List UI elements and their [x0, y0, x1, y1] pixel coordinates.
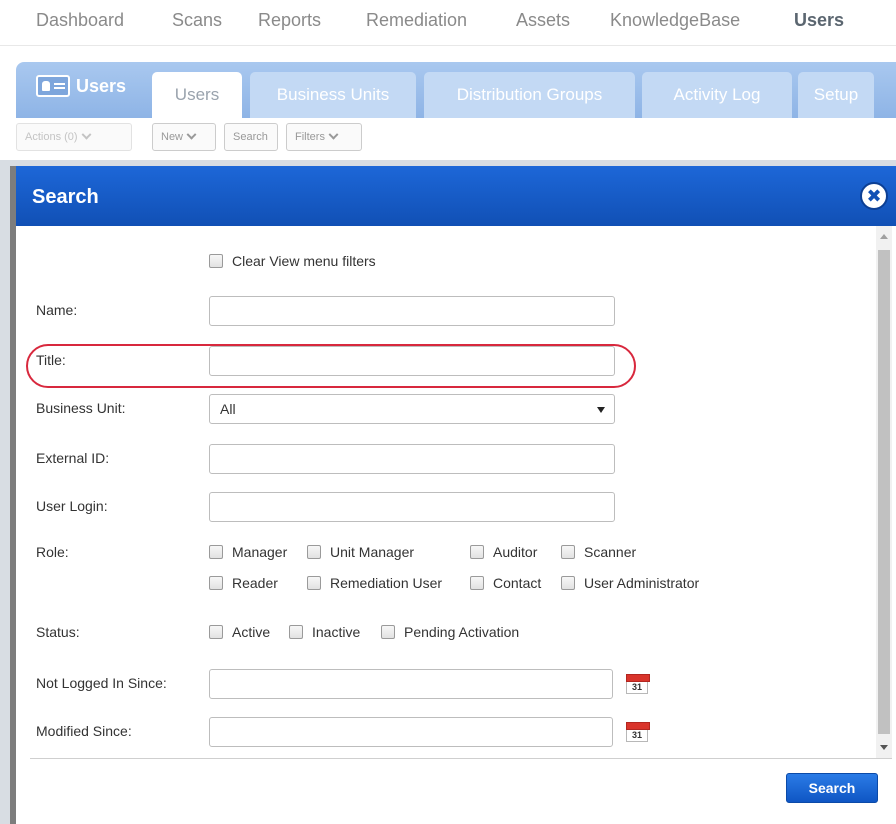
checkbox-box[interactable] — [209, 625, 223, 639]
new-button-label: New — [161, 131, 184, 143]
business-unit-select[interactable]: All — [209, 394, 615, 424]
dialog-title: Search — [32, 186, 99, 208]
checkbox-box[interactable] — [381, 625, 395, 639]
tab-setup[interactable]: Setup — [798, 72, 874, 118]
user-login-input[interactable] — [209, 492, 615, 522]
new-button[interactable]: New — [152, 123, 216, 151]
role-unit-manager-checkbox[interactable]: Unit Manager — [307, 543, 414, 561]
actions-button-label: Actions (0) — [25, 131, 78, 143]
role-option-label: Manager — [232, 544, 288, 560]
tab-business-units[interactable]: Business Units — [250, 72, 416, 118]
name-label: Name: — [36, 302, 78, 318]
module-title-text: Users — [76, 75, 127, 96]
nav-reports[interactable]: Reports — [258, 10, 321, 31]
nav-remediation[interactable]: Remediation — [366, 10, 467, 31]
business-unit-label: Business Unit: — [36, 400, 126, 416]
not-logged-in-since-label: Not Logged In Since: — [36, 675, 167, 691]
role-remediation-user-checkbox[interactable]: Remediation User — [307, 574, 442, 592]
checkbox-box[interactable] — [307, 576, 321, 590]
role-manager-checkbox[interactable]: Manager — [209, 543, 287, 561]
calendar-day: 31 — [631, 682, 642, 692]
role-auditor-checkbox[interactable]: Auditor — [470, 543, 537, 561]
filters-button[interactable]: Filters — [286, 123, 362, 151]
role-user-administrator-checkbox[interactable]: User Administrator — [561, 574, 699, 592]
search-dialog: Search ✖ Clear View menu filters Name: T… — [10, 166, 896, 824]
toolbar: Actions (0) New Search Filters — [16, 122, 896, 154]
status-label: Status: — [36, 624, 80, 640]
calendar-day: 31 — [631, 730, 642, 740]
modified-since-input[interactable] — [209, 717, 613, 747]
role-option-label: Unit Manager — [330, 544, 415, 560]
dialog-body: Clear View menu filters Name: Title: Bus… — [16, 226, 896, 758]
checkbox-box[interactable] — [289, 625, 303, 639]
filters-button-label: Filters — [295, 131, 325, 143]
checkbox-box[interactable] — [470, 576, 484, 590]
search-toolbar-button[interactable]: Search — [224, 123, 278, 151]
checkbox-box[interactable] — [470, 545, 484, 559]
status-option-label: Active — [232, 624, 271, 640]
role-option-label: Auditor — [493, 544, 538, 560]
clear-view-filters-checkbox[interactable]: Clear View menu filters — [209, 252, 376, 270]
calendar-icon[interactable]: 31 — [626, 722, 650, 742]
scroll-thumb[interactable] — [878, 250, 890, 734]
external-id-input[interactable] — [209, 444, 615, 474]
top-navigation: Dashboard Scans Reports Remediation Asse… — [0, 0, 896, 46]
checkbox-box[interactable] — [307, 545, 321, 559]
module-tab-bar: Users Users Business Units Distribution … — [16, 62, 896, 118]
actions-button[interactable]: Actions (0) — [16, 123, 132, 151]
nav-assets[interactable]: Assets — [516, 10, 570, 31]
tab-users[interactable]: Users — [152, 72, 242, 118]
title-input[interactable] — [209, 346, 615, 376]
dialog-scrollbar[interactable] — [876, 226, 892, 758]
status-pending-activation-checkbox[interactable]: Pending Activation — [381, 623, 519, 641]
role-option-label: Contact — [493, 575, 542, 591]
scroll-down-icon[interactable] — [880, 745, 888, 750]
tab-activity-log[interactable]: Activity Log — [642, 72, 792, 118]
tab-distribution-groups[interactable]: Distribution Groups — [424, 72, 635, 118]
footer-divider — [30, 758, 892, 759]
business-unit-value: All — [220, 401, 236, 417]
close-icon[interactable]: ✖ — [860, 182, 888, 210]
nav-users[interactable]: Users — [794, 10, 844, 31]
title-label: Title: — [36, 352, 66, 368]
checkbox-box[interactable] — [561, 545, 575, 559]
role-label: Role: — [36, 544, 69, 560]
nav-knowledgebase[interactable]: KnowledgeBase — [610, 10, 740, 31]
module-title: Users — [36, 74, 126, 98]
dropdown-arrow-icon — [597, 407, 605, 413]
role-reader-checkbox[interactable]: Reader — [209, 574, 278, 592]
nav-scans[interactable]: Scans — [172, 10, 222, 31]
scroll-up-icon[interactable] — [880, 234, 888, 239]
clear-view-filters-label: Clear View menu filters — [232, 253, 376, 269]
modified-since-label: Modified Since: — [36, 723, 132, 739]
status-inactive-checkbox[interactable]: Inactive — [289, 623, 360, 641]
nav-dashboard[interactable]: Dashboard — [36, 10, 124, 31]
role-scanner-checkbox[interactable]: Scanner — [561, 543, 636, 561]
role-option-label: Remediation User — [330, 575, 443, 591]
role-contact-checkbox[interactable]: Contact — [470, 574, 541, 592]
users-card-icon — [36, 75, 70, 97]
checkbox-box[interactable] — [209, 576, 223, 590]
checkbox-box[interactable] — [561, 576, 575, 590]
external-id-label: External ID: — [36, 450, 110, 466]
calendar-icon[interactable]: 31 — [626, 674, 650, 694]
role-option-label: User Administrator — [584, 575, 700, 591]
role-option-label: Scanner — [584, 544, 637, 560]
not-logged-in-since-input[interactable] — [209, 669, 613, 699]
search-toolbar-label: Search — [233, 131, 268, 143]
chevron-down-icon — [328, 129, 339, 140]
user-login-label: User Login: — [36, 498, 108, 514]
checkbox-box[interactable] — [209, 545, 223, 559]
dialog-header: Search ✖ — [16, 166, 896, 226]
checkbox-box[interactable] — [209, 254, 223, 268]
status-active-checkbox[interactable]: Active — [209, 623, 270, 641]
role-option-label: Reader — [232, 575, 278, 591]
chevron-down-icon — [81, 129, 92, 140]
search-button[interactable]: Search — [786, 773, 878, 803]
status-option-label: Inactive — [312, 624, 361, 640]
chevron-down-icon — [186, 129, 197, 140]
status-option-label: Pending Activation — [404, 624, 520, 640]
name-input[interactable] — [209, 296, 615, 326]
